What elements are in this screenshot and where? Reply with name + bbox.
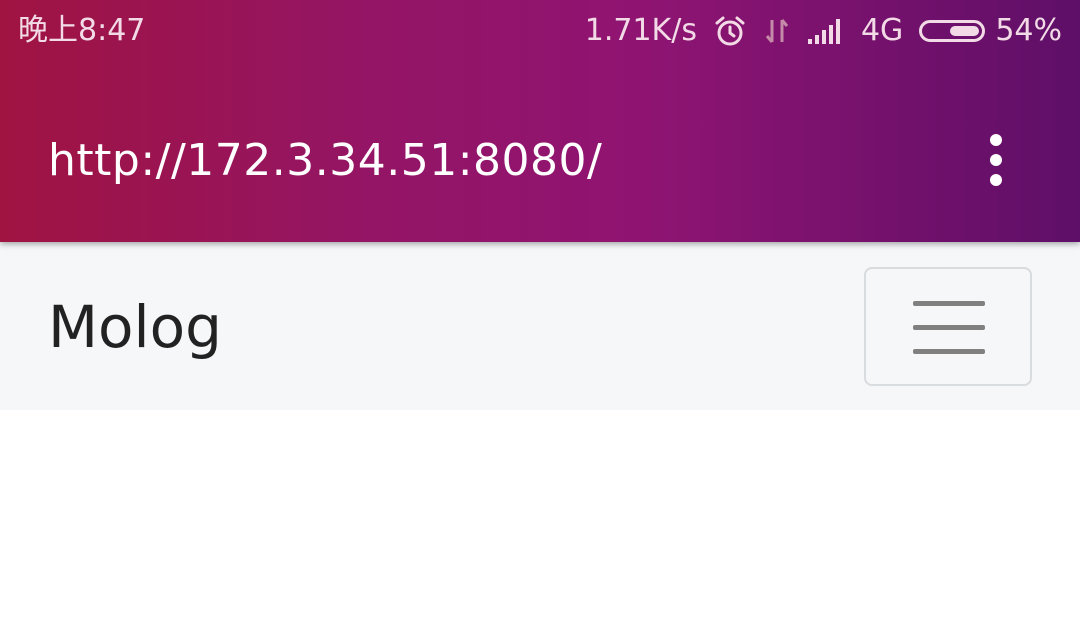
battery-fill — [950, 26, 980, 36]
navbar-toggle-button[interactable] — [864, 267, 1032, 386]
network-type: 4G — [860, 13, 904, 48]
more-vert-icon[interactable] — [976, 128, 1016, 192]
site-brand[interactable]: Molog — [48, 292, 222, 362]
status-bar: 晚上8:47 1.71K/s 4G 54% — [0, 0, 1080, 64]
battery-indicator: 54% — [919, 12, 1062, 50]
data-transfer-icon — [763, 16, 791, 46]
network-speed: 1.71K/s — [584, 13, 697, 48]
signal-icon — [807, 17, 845, 45]
alarm-icon — [713, 14, 747, 48]
battery-percent: 54% — [995, 13, 1062, 48]
status-indicators: 1.71K/s 4G 54% — [585, 12, 1062, 50]
page-content — [0, 410, 1080, 622]
url-bar[interactable]: http://172.3.34.51:8080/ — [48, 134, 602, 188]
browser-app-bar: 晚上8:47 1.71K/s 4G 54% http://172.3.34.51… — [0, 0, 1080, 242]
status-time: 晚上8:47 — [18, 13, 146, 48]
site-navbar: Molog — [0, 242, 1080, 410]
battery-icon — [919, 20, 986, 42]
